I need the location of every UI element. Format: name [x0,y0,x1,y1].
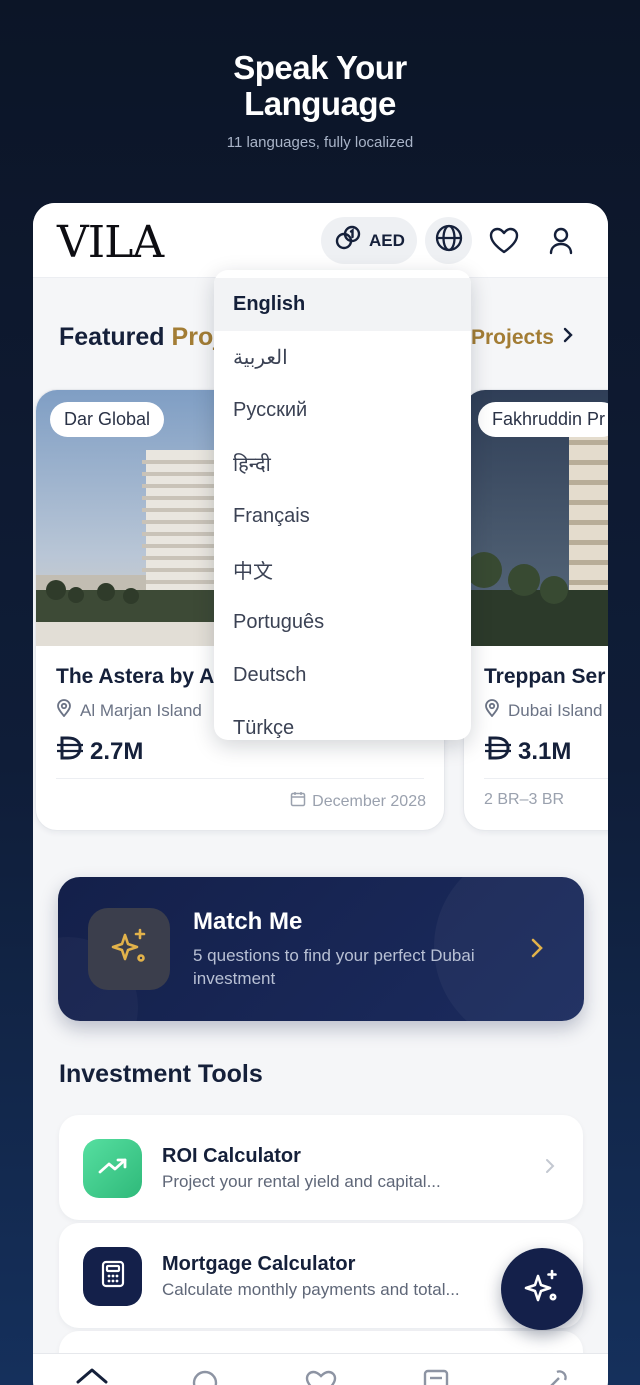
project-bedrooms: 2 BR–3 BR [484,791,564,809]
app-header: VILA AED [33,203,608,278]
developer-badge: Fakhruddin Pr [478,402,608,437]
price-value: 2.7M [90,737,144,765]
sparkles-icon [107,925,151,974]
currency-selector[interactable]: AED [321,217,417,264]
sparkles-icon [522,1267,562,1312]
chevron-right-icon [530,937,544,964]
tools-icon[interactable] [539,1368,569,1385]
project-completion: December 2028 [290,791,426,812]
roi-icon-tile [83,1139,142,1198]
card-divider [484,778,608,779]
location-label: Dubai Island [508,700,603,720]
featured-title-accent: Proj [171,323,221,351]
completion-date: December 2028 [312,792,426,810]
document-icon[interactable] [422,1368,450,1385]
globe-icon [434,223,464,258]
language-option-english[interactable]: English [214,278,471,331]
profile-button[interactable] [546,225,576,257]
language-option-chinese[interactable]: 中文 [214,543,471,596]
promo-title-line1: Speak Your [233,49,407,86]
promo-title: Speak Your Language [0,50,640,122]
bedrooms-label: 2 BR–3 BR [484,791,565,808]
language-button[interactable] [425,217,472,264]
see-all-projects-link[interactable]: Projects [471,326,574,350]
project-image: Fakhruddin Pr [464,390,608,646]
language-option-hindi[interactable]: हिन्दी [214,437,471,490]
match-me-banner[interactable]: Match Me 5 questions to find your perfec… [58,877,584,1021]
location-pin-icon [56,699,72,722]
match-me-title: Match Me [193,908,303,935]
language-option-russian[interactable]: Русский [214,384,471,437]
developer-badge: Dar Global [50,402,165,437]
calendar-icon [290,791,306,812]
project-price: 3.1M [484,736,571,767]
language-option-french[interactable]: Français [214,490,471,543]
bottom-navigation [33,1353,608,1385]
language-dropdown: English العربية Русский हिन्दी Français … [214,270,471,740]
featured-title-main: Featured [59,323,165,351]
heart-icon[interactable] [304,1368,338,1385]
favorites-button[interactable] [488,225,520,257]
search-icon[interactable] [190,1368,220,1385]
project-location: Dubai Island [484,699,603,722]
mortgage-calculator-title: Mortgage Calculator [162,1253,356,1275]
mortgage-icon-tile [83,1247,142,1306]
featured-section-title: Featured Proj [59,323,220,352]
home-icon[interactable] [75,1368,109,1385]
user-icon [546,227,576,261]
chevron-right-icon [545,1158,555,1179]
heart-icon [488,227,520,261]
currency-icon [333,223,363,258]
language-option-portuguese[interactable]: Português [214,596,471,649]
investment-tools-title: Investment Tools [59,1060,263,1088]
dirham-icon [484,736,512,767]
calculator-icon [101,1260,125,1293]
chevron-right-icon [562,326,574,350]
card-divider [56,778,424,779]
location-label: Al Marjan Island [80,700,202,720]
see-all-label: Projects [471,326,554,349]
trending-up-icon [98,1156,128,1181]
promo-title-line2: Language [244,85,396,122]
language-option-german[interactable]: Deutsch [214,649,471,702]
project-location: Al Marjan Island [56,699,202,722]
currency-label: AED [369,230,405,250]
vila-logo[interactable]: VILA [57,217,164,268]
phone-frame: VILA AED Featured Proj Projects Dar Glob… [33,203,608,1385]
project-card[interactable]: Fakhruddin Pr Treppan Ser Dubai Island 3… [463,389,608,831]
match-me-description: 5 questions to find your perfect Dubai i… [193,946,475,988]
roi-calculator-description: Project your rental yield and capital... [162,1172,441,1191]
sparkles-icon-tile [88,908,170,990]
location-pin-icon [484,699,500,722]
language-option-turkish[interactable]: Türkçe [214,702,471,740]
language-option-arabic[interactable]: العربية [214,331,471,384]
roi-calculator-title: ROI Calculator [162,1145,301,1167]
promo-subtitle: 11 languages, fully localized [226,134,414,151]
language-list: English العربية Русский हिन्दी Français … [214,278,471,740]
dirham-icon [56,736,84,767]
project-price: 2.7M [56,736,143,767]
ai-assistant-fab[interactable] [501,1248,583,1330]
roi-calculator-item[interactable]: ROI Calculator Project your rental yield… [59,1115,583,1220]
project-name: The Astera by A [56,665,215,688]
project-name: Treppan Ser [484,665,606,688]
mortgage-calculator-description: Calculate monthly payments and total... [162,1280,460,1299]
price-value: 3.1M [518,737,572,765]
